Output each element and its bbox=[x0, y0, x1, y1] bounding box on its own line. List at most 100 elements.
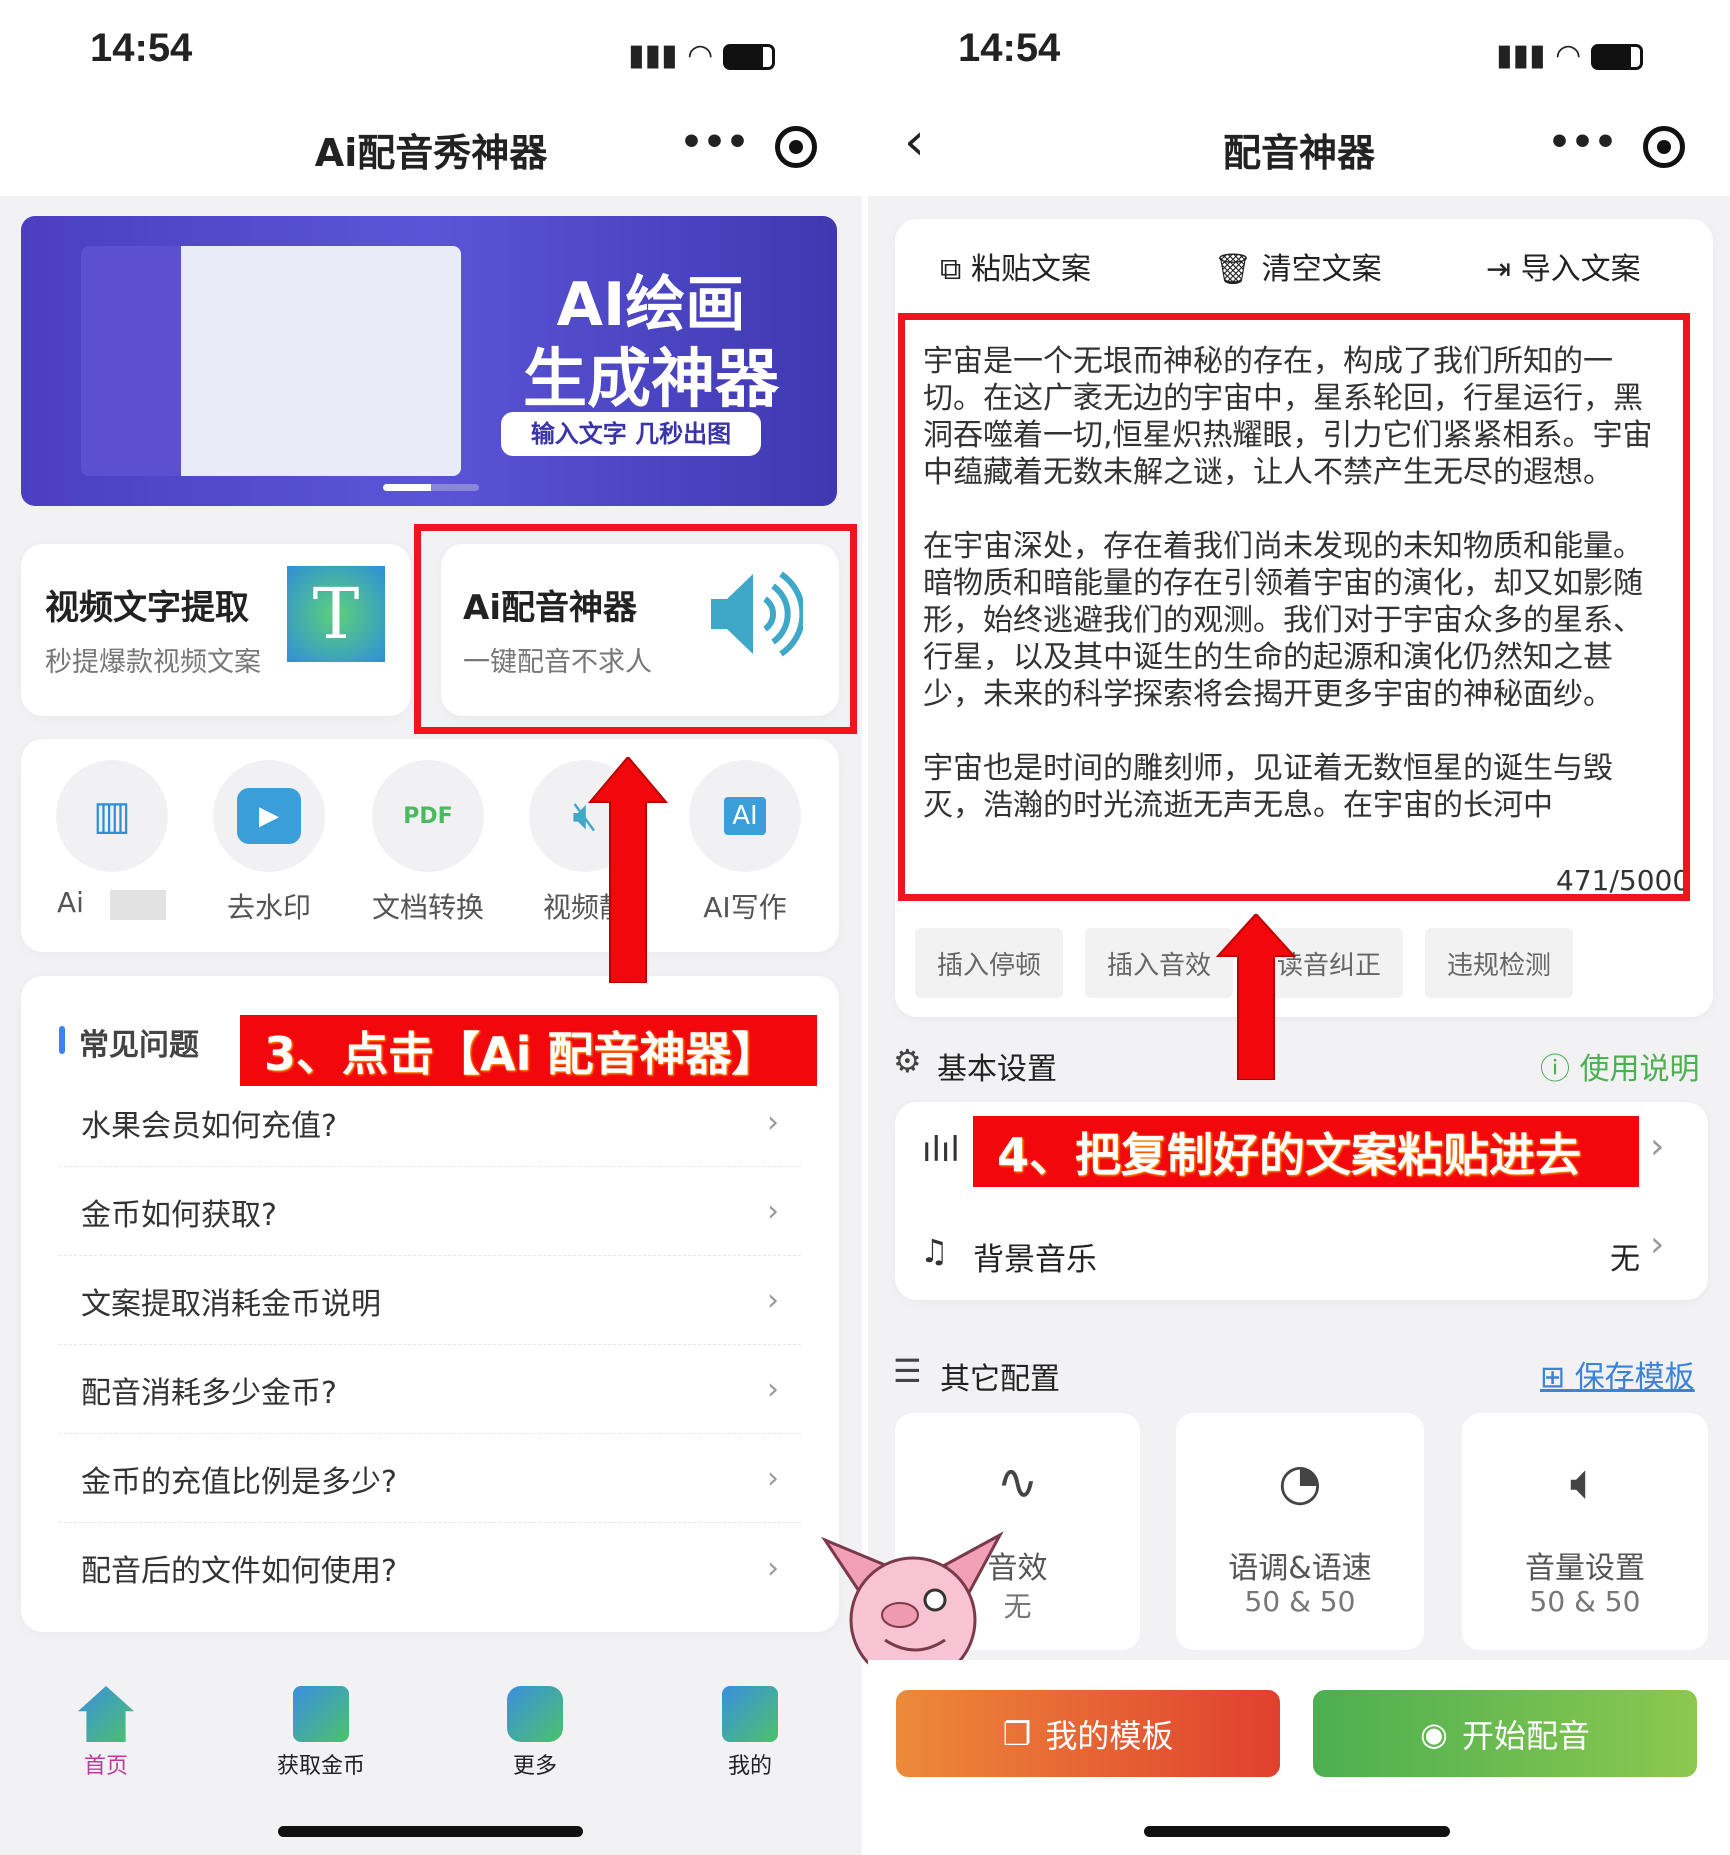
chevron-right-icon: › bbox=[767, 1105, 779, 1140]
link-icon bbox=[293, 1686, 349, 1742]
bg-music-value[interactable]: 无 bbox=[1610, 1234, 1640, 1278]
start-dubbing-button[interactable]: ◉ 开始配音 bbox=[1313, 1690, 1697, 1777]
chevron-right-icon: › bbox=[767, 1194, 779, 1229]
save-template-label: 保存模板 bbox=[1574, 1360, 1695, 1395]
compliance-check-chip[interactable]: 违规检测 bbox=[1425, 928, 1573, 998]
tool-label: AI写作 bbox=[703, 891, 787, 924]
carousel-indicator[interactable] bbox=[383, 484, 479, 491]
redacted-block bbox=[110, 890, 166, 920]
faq-item[interactable]: 配音后的文件如何使用? › bbox=[59, 1524, 801, 1612]
status-icons: ▮▮▮ ◠ bbox=[1496, 38, 1643, 73]
highlight-box bbox=[414, 524, 857, 734]
more-icon[interactable]: ••• bbox=[680, 122, 749, 163]
annotation-step-4: 4、把复制好的文案粘贴进去 bbox=[973, 1116, 1639, 1187]
feature-card-video-text[interactable]: 视频文字提取 秒提爆款视频文案 T bbox=[21, 544, 411, 716]
barcode-search-icon[interactable]: ▥ bbox=[56, 760, 168, 872]
highlight-box bbox=[898, 313, 1690, 901]
faq-accent bbox=[59, 1026, 65, 1054]
other-config-title: 其它配置 bbox=[940, 1362, 1060, 1397]
chevron-right-icon: › bbox=[767, 1283, 779, 1318]
clear-label: 清空文案 bbox=[1261, 252, 1382, 287]
voice-row-icon[interactable]: ılıl bbox=[922, 1130, 960, 1170]
home-icon bbox=[78, 1686, 134, 1742]
annotation-step-3: 3、点击【Ai 配音神器】 bbox=[240, 1015, 817, 1086]
faq-item[interactable]: 文案提取消耗金币说明 › bbox=[59, 1257, 801, 1345]
banner-tag: 输入文字 几秒出图 bbox=[501, 412, 761, 456]
banner[interactable]: AI绘画 生成神器 输入文字 几秒出图 bbox=[21, 216, 837, 506]
volume-icon: 🔈︎ bbox=[1570, 1453, 1600, 1511]
pdf-icon[interactable]: PDF bbox=[372, 760, 484, 872]
basic-settings-title: 基本设置 bbox=[937, 1052, 1057, 1087]
import-label: 导入文案 bbox=[1520, 252, 1641, 287]
tab-label: 获取金币 bbox=[276, 1754, 365, 1779]
home-indicator bbox=[1144, 1826, 1450, 1837]
feature-title: 视频文字提取 bbox=[45, 588, 249, 628]
help-link[interactable]: ⓘ 使用说明 bbox=[1540, 1044, 1700, 1088]
more-icon[interactable]: ••• bbox=[1548, 122, 1617, 163]
template-icon: ❐ bbox=[1002, 1714, 1032, 1753]
tab-label: 我的 bbox=[727, 1754, 772, 1779]
faq-question: 金币的充值比例是多少? bbox=[81, 1464, 397, 1500]
status-time: 14:54 bbox=[90, 26, 193, 70]
ai-doc-icon[interactable]: AI bbox=[689, 760, 801, 872]
import-button[interactable]: ⇥ 导入文案 bbox=[1486, 244, 1641, 288]
bg-music-label[interactable]: 背景音乐 bbox=[973, 1234, 1097, 1279]
save-icon: ⊞ bbox=[1540, 1360, 1575, 1395]
video-play-icon[interactable]: ▶ bbox=[213, 760, 325, 872]
tab-mine[interactable]: 我的 bbox=[680, 1686, 820, 1780]
my-template-label: 我的模板 bbox=[1045, 1716, 1174, 1755]
faq-question: 文案提取消耗金币说明 bbox=[81, 1286, 381, 1322]
pulse-icon: ∿ bbox=[996, 1453, 1039, 1511]
chevron-right-icon[interactable]: › bbox=[1650, 1126, 1664, 1167]
tab-more[interactable]: 更多 bbox=[465, 1686, 605, 1780]
target-icon[interactable] bbox=[1643, 126, 1685, 168]
faq-question: 金币如何获取? bbox=[81, 1197, 277, 1233]
help-circle-icon: ⓘ bbox=[1540, 1052, 1580, 1087]
status-icons: ▮▮▮ ◠ bbox=[628, 38, 775, 73]
chevron-right-icon: › bbox=[767, 1372, 779, 1407]
paste-label: 粘贴文案 bbox=[970, 252, 1091, 287]
left-screen: 14:54 ▮▮▮ ◠ Ai配音秀神器 ••• AI绘画 生成神器 输入文字 几… bbox=[0, 0, 862, 1855]
option-label: 语调&语速 bbox=[1228, 1551, 1372, 1586]
option-tone-speed[interactable]: ◔ 语调&语速 50 & 50 bbox=[1176, 1413, 1424, 1650]
option-value: 50 & 50 bbox=[1244, 1585, 1356, 1618]
tab-home[interactable]: 首页 bbox=[36, 1686, 176, 1780]
gear-icon: ⚙ bbox=[893, 1042, 922, 1080]
insert-sound-chip[interactable]: 插入音效 bbox=[1085, 928, 1233, 998]
sliders-icon: ☰ bbox=[893, 1352, 922, 1390]
help-label: 使用说明 bbox=[1579, 1052, 1700, 1087]
chevron-right-icon: › bbox=[767, 1550, 779, 1586]
tool-label: 文档转换 bbox=[371, 891, 484, 924]
speedometer-icon: ◔ bbox=[1278, 1453, 1322, 1511]
waveform-icon: ◉ bbox=[1420, 1714, 1448, 1753]
tab-get-coins[interactable]: 获取金币 bbox=[251, 1686, 391, 1780]
faq-item[interactable]: 水果会员如何充值? › bbox=[59, 1079, 801, 1167]
paste-button[interactable]: ⧉ 粘贴文案 bbox=[940, 244, 1091, 288]
feature-subtitle: 秒提爆款视频文案 bbox=[45, 647, 261, 678]
import-icon: ⇥ bbox=[1486, 252, 1521, 287]
text-t-icon: T bbox=[287, 566, 385, 662]
option-label: 音量设置 bbox=[1525, 1551, 1645, 1586]
chevron-right-icon[interactable]: › bbox=[1650, 1224, 1664, 1265]
faq-item[interactable]: 金币如何获取? › bbox=[59, 1168, 801, 1256]
user-icon bbox=[722, 1686, 778, 1742]
option-volume[interactable]: 🔈︎ 音量设置 50 & 50 bbox=[1462, 1413, 1708, 1650]
save-template-link[interactable]: ⊞ 保存模板 bbox=[1540, 1352, 1695, 1396]
faq-item[interactable]: 金币的充值比例是多少? › bbox=[59, 1435, 801, 1523]
faq-question: 水果会员如何充值? bbox=[81, 1108, 337, 1144]
music-icon: ♫ bbox=[920, 1232, 949, 1270]
tab-label: 更多 bbox=[512, 1754, 557, 1779]
clear-button[interactable]: 🗑︎ 清空文案 bbox=[1214, 244, 1382, 288]
target-icon[interactable] bbox=[775, 126, 817, 168]
arrow-up-annotation bbox=[588, 757, 668, 983]
arrow-up-annotation bbox=[1216, 914, 1296, 1080]
insert-pause-chip[interactable]: 插入停顿 bbox=[915, 928, 1063, 998]
status-time: 14:54 bbox=[958, 26, 1061, 70]
banner-illustration bbox=[81, 246, 461, 476]
faq-item[interactable]: 配音消耗多少金币? › bbox=[59, 1346, 801, 1434]
my-template-button[interactable]: ❐ 我的模板 bbox=[896, 1690, 1280, 1777]
faq-title: 常见问题 bbox=[79, 1028, 199, 1063]
tab-label: 首页 bbox=[83, 1754, 128, 1779]
option-value: 50 & 50 bbox=[1529, 1585, 1641, 1618]
trash-icon: 🗑︎ bbox=[1214, 252, 1262, 287]
